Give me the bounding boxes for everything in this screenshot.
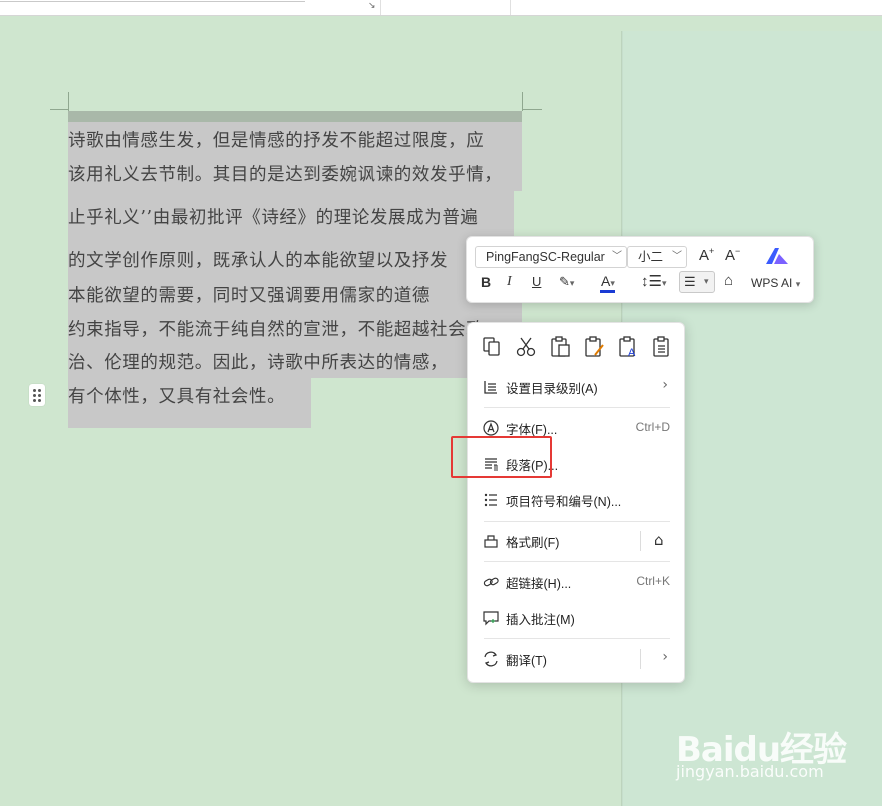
- text-line: 约束指导，不能流于纯自然的宣泄，不能超越社会政: [68, 320, 485, 340]
- context-menu: A 设置目录级别(A) › 字体(F)... Ctrl+D 段落(P)... 项…: [467, 322, 685, 683]
- menu-divider: [484, 561, 670, 562]
- baidu-jingyan-watermark-url: jingyan.baidu.com: [676, 762, 824, 781]
- text-line: 治、伦理的规范。因此，诗歌中所表达的情感，: [68, 353, 449, 373]
- shrink-font-icon[interactable]: A−: [725, 246, 740, 264]
- font-icon: [483, 420, 499, 436]
- text-line: 该用礼义去节制。其目的是达到委婉讽谏的效发乎情，: [68, 165, 503, 185]
- paste-special-icon[interactable]: [652, 335, 674, 359]
- paste-icon[interactable]: [550, 335, 572, 359]
- font-name-value: PingFangSC-Regular: [486, 250, 605, 264]
- menu-item-shortcut: Ctrl+K: [636, 574, 670, 588]
- text-line: 本能欲望的需要，同时又强调要用儒家的道德: [68, 286, 430, 306]
- text-line: 诗歌由情感生发，但是情感的抒发不能超过限度，应: [68, 131, 485, 151]
- text-line: 有个体性，又具有社会性。: [68, 387, 286, 407]
- menu-split-divider: [640, 531, 641, 551]
- menu-item-hyperlink[interactable]: 超链接(H)... Ctrl+K: [468, 568, 684, 596]
- crop-mark: [50, 109, 69, 110]
- text-line: 止乎礼义’’由最初批评《诗经》的理论发展成为普遍: [68, 208, 479, 228]
- dialog-launcher-icon[interactable]: ↘: [368, 1, 376, 11]
- translate-icon: [484, 651, 498, 667]
- annotation-highlight-box: [451, 436, 552, 478]
- font-name-combo[interactable]: PingFangSC-Regular ﹀: [475, 246, 627, 268]
- chevron-right-icon[interactable]: ›: [662, 649, 668, 665]
- bold-icon[interactable]: B: [481, 274, 491, 290]
- menu-item-translate[interactable]: 翻译(T) ›: [468, 645, 684, 673]
- menu-item-shortcut: Ctrl+D: [635, 420, 670, 434]
- toolbar-divider: [380, 0, 381, 15]
- chevron-down-icon: ﹀: [612, 251, 622, 262]
- font-size-combo[interactable]: 小二 ﹀: [627, 246, 687, 268]
- line-spacing-icon[interactable]: ↕☰▾: [641, 272, 666, 290]
- menu-divider: [484, 638, 670, 639]
- svg-text:A: A: [628, 347, 636, 359]
- chevron-down-icon: ﹀: [672, 251, 682, 262]
- align-button[interactable]: ☰ ▾: [679, 271, 715, 293]
- toolbar-field-edge: [0, 0, 305, 2]
- menu-item-insert-comment[interactable]: 插入批注(M): [468, 604, 684, 632]
- chevron-down-icon: ▾: [704, 276, 709, 286]
- menu-split-divider: [640, 649, 641, 669]
- paste-keep-format-icon[interactable]: [584, 335, 606, 359]
- menu-item-label: 项目符号和编号(N)...: [506, 495, 622, 509]
- menu-item-bullets[interactable]: 项目符号和编号(N)...: [468, 486, 684, 514]
- font-size-value: 小二: [638, 250, 664, 264]
- comment-icon: [483, 611, 499, 626]
- menu-item-label: 插入批注(M): [506, 613, 575, 627]
- toolbar-divider: [510, 0, 511, 15]
- menu-item-label: 超链接(H)...: [506, 577, 572, 591]
- format-painter-icon: [484, 535, 498, 548]
- bullets-icon: [484, 493, 497, 507]
- paste-text-only-icon[interactable]: A: [618, 335, 640, 359]
- copy-icon[interactable]: [482, 336, 502, 358]
- menu-item-label: 翻译(T): [506, 654, 547, 668]
- align-icon: ☰: [684, 274, 696, 289]
- underline-icon[interactable]: U: [532, 274, 541, 289]
- toc-level-icon: [484, 381, 497, 394]
- selection-top-band: [68, 111, 522, 122]
- grow-font-icon[interactable]: A+: [699, 246, 714, 264]
- document-text-body[interactable]: 诗歌由情感生发，但是情感的抒发不能超过限度，应 该用礼义去节制。其目的是达到委婉…: [68, 111, 522, 428]
- chevron-right-icon: ›: [662, 377, 668, 393]
- paragraph-drag-handle-icon[interactable]: [29, 384, 45, 406]
- link-icon: [483, 577, 499, 587]
- format-painter-icon[interactable]: ⌂: [724, 272, 733, 289]
- menu-item-format-painter[interactable]: 格式刷(F) ⌂: [468, 527, 684, 555]
- top-toolbar-strip: ↘: [0, 0, 882, 16]
- italic-icon[interactable]: I: [507, 274, 512, 290]
- wps-ai-logo-icon[interactable]: [764, 246, 790, 266]
- font-color-icon[interactable]: A▾: [601, 273, 615, 289]
- wps-ai-button[interactable]: WPS AI ▾: [751, 276, 800, 290]
- wps-ai-label: WPS AI: [751, 276, 793, 290]
- format-painter-lock-icon[interactable]: ⌂: [654, 531, 664, 549]
- highlight-icon[interactable]: ✎▾: [559, 274, 574, 290]
- cut-icon[interactable]: [515, 336, 537, 358]
- font-color-swatch: [600, 290, 615, 293]
- crop-mark: [522, 109, 542, 110]
- menu-item-label: 设置目录级别(A): [506, 382, 598, 396]
- menu-divider: [484, 521, 670, 522]
- text-line: 的文学创作原则，既承认人的本能欲望以及抒发: [68, 251, 449, 271]
- menu-item-toc-level[interactable]: 设置目录级别(A) ›: [468, 373, 684, 401]
- menu-divider: [484, 407, 670, 408]
- floating-format-toolbar: PingFangSC-Regular ﹀ 小二 ﹀ A+ A− B I U ✎▾…: [466, 236, 814, 303]
- menu-item-label: 格式刷(F): [506, 536, 560, 550]
